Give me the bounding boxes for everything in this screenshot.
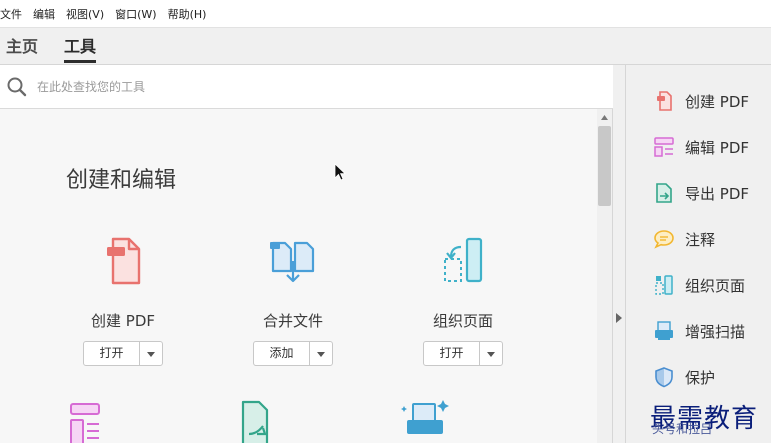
add-button-label[interactable]: 添加 [254,342,310,365]
chevron-down-icon[interactable] [140,342,162,365]
open-button[interactable]: 打开 [83,341,163,366]
scroll-up-icon[interactable] [600,113,609,122]
panel-collapse-handle[interactable] [613,65,625,443]
tool-card-create-pdf[interactable]: 创建 PDF 打开 [53,235,193,366]
sidebar-item-label: 注释 [685,230,716,249]
sidebar-item-enhance-scan[interactable]: 增强扫描 [653,319,745,343]
mouse-cursor-icon [334,163,346,181]
chevron-down-icon[interactable] [480,342,502,365]
sidebar-item-label: 组织页面 [685,276,746,295]
open-button[interactable]: 打开 [423,341,503,366]
search-input[interactable]: 在此处查找您的工具 [37,78,145,95]
sidebar-item-label: 编辑 PDF [685,138,749,157]
menu-file[interactable]: 文件 [0,6,27,22]
tool-card-edit-pdf[interactable] [53,400,193,443]
scroll-thumb[interactable] [598,126,611,206]
tools-panel: 在此处查找您的工具 创建和编辑 创建 PDF 打开 合并文件 添加 组织页面 打… [0,65,613,443]
tool-name: 组织页面 [432,312,493,330]
edit-pdf-icon [654,137,674,157]
menu-edit[interactable]: 编辑 [33,6,60,22]
sidebar-item-label: 导出 PDF [685,184,749,203]
enhance-scan-icon [655,321,673,340]
sidebar-item-label: 增强扫描 [685,322,746,341]
open-button-label[interactable]: 打开 [424,342,480,365]
tab-tools[interactable]: 工具 [64,28,97,65]
tab-home[interactable]: 主页 [6,28,38,65]
tool-name: 合并文件 [262,312,323,330]
sidebar-item-edit-pdf[interactable]: 编辑 PDF [653,135,749,159]
watermark-subtext: 头号和拉吕 [652,422,713,436]
tool-name: 创建 PDF [91,312,155,330]
tool-card-export-pdf[interactable] [223,400,363,443]
right-tool-pane: 创建 PDF 编辑 PDF 导出 PDF 注释 组织页面 增强扫描 保护 [625,65,771,443]
sidebar-item-label: 创建 PDF [685,92,749,111]
edit-pdf-icon [70,403,100,443]
tool-card-enhance-scan[interactable] [393,400,533,443]
tool-card-organize-pages[interactable]: 组织页面 打开 [393,235,533,366]
menu-window[interactable]: 窗口(W) [115,6,161,22]
chevron-down-icon[interactable] [310,342,332,365]
sidebar-item-protect[interactable]: 保护 [653,365,715,389]
scrollbar[interactable] [597,109,612,443]
comment-icon [654,230,674,249]
enhance-scan-icon [401,400,449,434]
search-bar[interactable]: 在此处查找您的工具 [0,65,613,109]
section-title: 创建和编辑 [66,168,177,193]
sidebar-item-create-pdf[interactable]: 创建 PDF [653,89,749,113]
tab-bar: 主页 工具 [0,28,771,65]
create-pdf-icon [107,237,141,285]
create-pdf-icon [657,91,672,111]
collapse-arrow-icon[interactable] [616,313,622,323]
combine-files-icon [270,241,315,283]
sidebar-item-organize-pages[interactable]: 组织页面 [653,273,745,297]
export-pdf-icon [656,183,672,203]
sidebar-item-label: 保护 [685,368,716,387]
menu-bar: 文件 编辑 视图(V) 窗口(W) 帮助(H) [0,0,771,28]
organize-pages-icon [655,275,673,295]
organize-pages-icon [444,237,483,283]
search-icon [7,77,27,97]
export-pdf-icon [241,400,269,443]
menu-view[interactable]: 视图(V) [66,6,109,22]
sidebar-item-export-pdf[interactable]: 导出 PDF [653,181,749,205]
add-button[interactable]: 添加 [253,341,333,366]
menu-help[interactable]: 帮助(H) [168,6,212,22]
tool-card-combine-files[interactable]: 合并文件 添加 [223,235,363,366]
sidebar-item-comment[interactable]: 注释 [653,227,715,251]
open-button-label[interactable]: 打开 [84,342,140,365]
protect-icon [655,367,673,388]
